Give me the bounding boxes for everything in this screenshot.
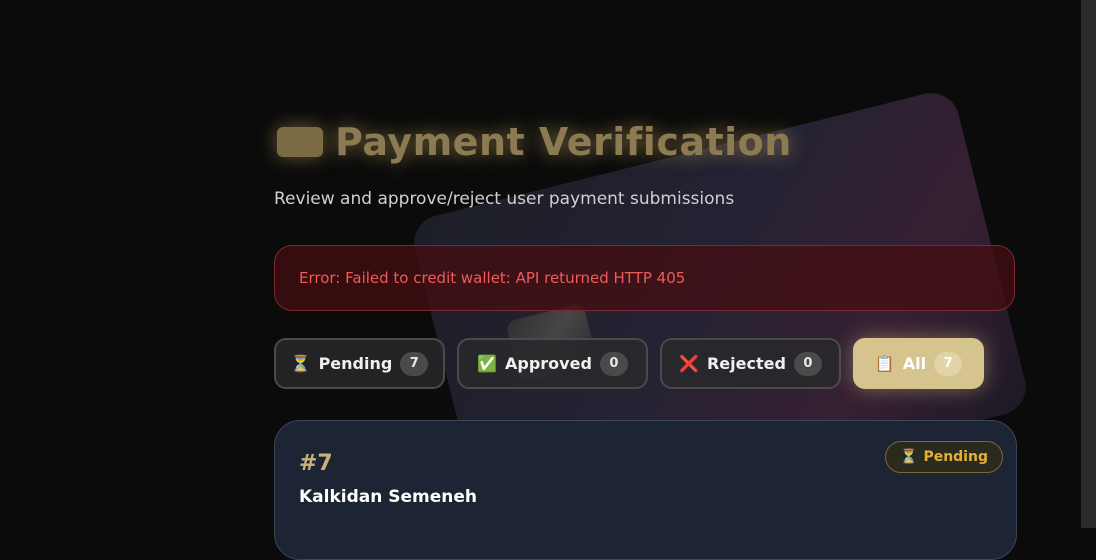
clipboard-icon: 📋 bbox=[874, 354, 895, 373]
filter-label: Rejected bbox=[706, 354, 786, 373]
filter-rejected-button[interactable]: ❌ Rejected 0 bbox=[660, 338, 841, 389]
filter-label: Approved bbox=[505, 354, 592, 373]
filter-label: All bbox=[902, 354, 927, 373]
page-title: Payment Verification bbox=[335, 120, 792, 164]
payment-card[interactable]: #7 Kalkidan Semeneh ⏳ Pending bbox=[274, 420, 1017, 560]
payer-name: Kalkidan Semeneh bbox=[299, 487, 478, 507]
error-banner: Error: Failed to credit wallet: API retu… bbox=[274, 245, 1015, 311]
hourglass-icon: ⏳ bbox=[900, 449, 918, 465]
credit-card-icon bbox=[277, 127, 323, 157]
page-subtitle: Review and approve/reject user payment s… bbox=[274, 189, 735, 209]
page-header: Payment Verification bbox=[277, 120, 792, 164]
status-label: Pending bbox=[923, 449, 988, 465]
scrollbar[interactable] bbox=[1081, 0, 1096, 528]
count-badge: 7 bbox=[400, 351, 429, 376]
cross-icon: ❌ bbox=[679, 354, 699, 373]
hourglass-icon: ⏳ bbox=[290, 354, 311, 373]
count-badge: 0 bbox=[793, 351, 822, 376]
filter-approved-button[interactable]: ✅ Approved 0 bbox=[457, 338, 648, 389]
error-message: Error: Failed to credit wallet: API retu… bbox=[299, 269, 686, 287]
check-icon: ✅ bbox=[477, 354, 497, 373]
filter-label: Pending bbox=[318, 354, 393, 373]
payment-id: #7 bbox=[299, 451, 333, 476]
count-badge: 0 bbox=[599, 351, 628, 376]
filter-pending-button[interactable]: ⏳ Pending 7 bbox=[274, 338, 445, 389]
status-badge: ⏳ Pending bbox=[885, 441, 1003, 473]
count-badge: 7 bbox=[934, 351, 963, 376]
filter-all-button[interactable]: 📋 All 7 bbox=[853, 338, 984, 389]
